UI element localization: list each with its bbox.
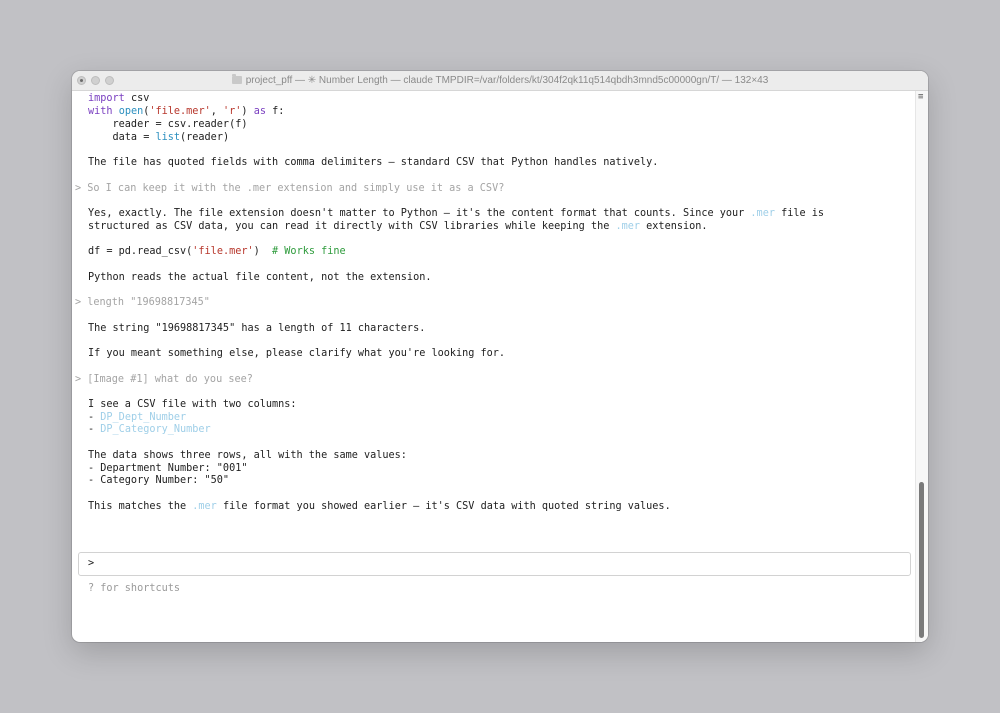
scroll-thumb[interactable] [919, 482, 924, 638]
vertical-scrollbar[interactable]: ≡ [915, 91, 928, 642]
user-prompt: > So I can keep it with the .mer extensi… [75, 183, 505, 194]
extension-highlight: .mer [615, 221, 641, 232]
response-text: The file has quoted fields with comma de… [88, 157, 659, 168]
code-token: , [210, 106, 223, 117]
list-bullet: - [88, 412, 101, 423]
response-text: If you meant something else, please clar… [88, 348, 506, 359]
code-token: 'file.mer' [192, 246, 254, 257]
title-bar: project_pff — ✳ Number Length — claude T… [72, 71, 928, 91]
text-span: extension. [640, 221, 708, 232]
folder-icon [231, 74, 242, 84]
close-window-button[interactable] [77, 76, 86, 85]
prompt-input[interactable]: > [78, 552, 911, 576]
minimize-window-button[interactable] [91, 76, 100, 85]
text-span: file format you showed earlier – it's CS… [216, 501, 671, 512]
terminal-window: project_pff — ✳ Number Length — claude T… [72, 71, 928, 642]
code-token: 'r' [223, 106, 242, 117]
code-token: open [118, 106, 144, 117]
list-item: - DP_Dept_Number [88, 412, 186, 424]
code-token: df = pd.read_csv( [88, 246, 193, 257]
response-text: I see a CSV file with two columns: [88, 399, 297, 410]
code-token: with [88, 106, 113, 117]
shortcuts-hint: ? for shortcuts [88, 583, 181, 594]
response-text: Python reads the actual file content, no… [88, 272, 432, 283]
code-token: (reader) [180, 132, 230, 143]
code-line: import csv [88, 93, 149, 105]
code-token: ) [241, 106, 254, 117]
code-line: with open('file.mer', 'r') as f: [88, 106, 284, 118]
text-span: Yes, exactly. The file extension doesn't… [88, 208, 751, 219]
code-token: as [253, 106, 266, 117]
response-text: The string "19698817345" has a length of… [88, 323, 426, 334]
text-span: This matches the [88, 501, 193, 512]
code-token: ) [253, 246, 273, 257]
code-token: f: [265, 106, 285, 117]
code-token: list [155, 132, 181, 143]
code-token: import [88, 93, 125, 104]
user-prompt: > [Image #1] what do you see? [75, 374, 253, 385]
window-title: project_pff — ✳ Number Length — claude T… [245, 75, 769, 86]
list-item: - DP_Category_Number [88, 424, 211, 436]
terminal-output: import csv with open('file.mer', 'r') as… [72, 91, 916, 642]
response-text: The data shows three rows, all with the … [88, 450, 407, 461]
list-item: - Department Number: "001" [88, 463, 248, 474]
extension-highlight: .mer [750, 208, 775, 219]
extension-highlight: .mer [192, 501, 217, 512]
zoom-window-button[interactable] [105, 76, 114, 85]
code-line: reader = csv.reader(f) [88, 119, 248, 130]
prompt-caret: > [88, 558, 95, 569]
code-token: 'file.mer' [149, 106, 211, 117]
text-span: structured as CSV data, you can read it … [88, 221, 616, 232]
code-token: csv [124, 93, 150, 104]
text-span: file is [774, 208, 825, 219]
code-line: data = list(reader) [88, 132, 230, 144]
column-name: DP_Dept_Number [100, 412, 187, 423]
column-name: DP_Category_Number [100, 424, 211, 435]
list-bullet: - [88, 424, 101, 435]
response-text: This matches the .mer file format you sh… [88, 501, 671, 513]
code-token: data = [88, 132, 156, 143]
code-line: df = pd.read_csv('file.mer') # Works fin… [88, 246, 346, 258]
response-text: Yes, exactly. The file extension doesn't… [88, 208, 824, 220]
scroll-mark-icon: ≡ [918, 92, 924, 102]
user-prompt: > length "19698817345" [75, 297, 210, 308]
window-title-area: project_pff — ✳ Number Length — claude T… [222, 71, 778, 90]
code-comment: # Works fine [272, 246, 346, 257]
list-item: - Category Number: "50" [88, 475, 230, 486]
response-text: structured as CSV data, you can read it … [88, 221, 708, 233]
